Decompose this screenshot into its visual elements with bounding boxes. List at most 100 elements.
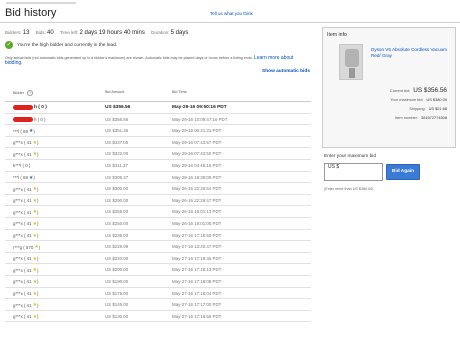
bid-history-page: Bid history Tell us what you think Bidde… <box>0 0 460 345</box>
bidder-cell[interactable]: g***x ( 41 ★ ) <box>13 151 39 157</box>
duration-value: 5 days <box>170 30 189 36</box>
bid-time-cell: May-29-16 09:50:16 PDT <box>172 105 227 110</box>
bid-table-header: Bidder ? Bid Amount Bid Time <box>5 81 311 102</box>
time-left-value: 2 days 19 hours 40 mins <box>79 30 145 36</box>
table-row: h ( 0 ) US $356.56 May-29-16 10:09:47:16 P… <box>5 114 311 126</box>
feedback-close-paren: ) <box>37 198 39 204</box>
bid-table: Bidder ? Bid Amount Bid Time h ( 0 ) US $… <box>5 81 311 323</box>
feedback-close-paren: ) <box>37 233 39 239</box>
bidder-name[interactable]: g***x ( 41 <box>13 152 32 157</box>
bidder-name[interactable]: g***x ( 41 <box>13 140 32 145</box>
check-icon: ✓ <box>5 41 13 49</box>
item-number-label: Item number: <box>395 115 419 120</box>
bidder-name[interactable]: g***x ( 41 <box>13 221 32 226</box>
item-thumbnail[interactable] <box>339 44 363 80</box>
bidder-name[interactable]: k***l ( 0 ) <box>13 163 30 168</box>
table-row: g***x ( 41 ★ ) US $190.00 May-27-16 17:18:0… <box>5 276 311 288</box>
bidder-name[interactable]: g***x ( 41 <box>13 233 32 238</box>
bidder-name[interactable]: g***x ( 41 <box>13 256 32 261</box>
table-row: g***x ( 41 ★ ) US $220.00 May-27-16 17:18:4… <box>5 253 311 265</box>
max-bid-input[interactable]: US $ <box>324 163 383 181</box>
bidder-name[interactable]: r***g ( 570 <box>13 245 33 250</box>
bidders-count: 13 <box>22 30 30 36</box>
table-row: g***x ( 41 ★ ) US $235.00 May-27-16 17:18:5… <box>5 230 311 242</box>
bid-time-cell: May-27-16 17:18:08 PDT <box>172 278 222 284</box>
max-bid-value: US $380.00 <box>426 97 447 102</box>
bid-table-body: h ( 0 ) US $356.56 May-29-16 09:50:16 PDT h… <box>5 102 311 323</box>
table-row: ***l ( 69 ★ ) US $351.36 May-29-16 06:41:31… <box>5 125 311 137</box>
bidder-name[interactable]: g***x ( 41 <box>13 291 32 296</box>
table-row: g***x ( 41 ★ ) US $290.00 May-26-16 22:26:4… <box>5 195 311 207</box>
help-icon[interactable]: ? <box>26 90 33 96</box>
feedback-link[interactable]: Tell us what you think <box>210 11 253 16</box>
item-title-link[interactable]: Dyson V6 Absolute Cordless Vacuum Red/ G… <box>371 47 451 59</box>
feedback-close-paren: ) <box>37 291 39 296</box>
lead-message: You're the high bidder and currently in … <box>17 42 118 48</box>
bid-again-button[interactable]: Bid Again <box>386 164 420 180</box>
bidder-cell[interactable]: h ( 0 ) <box>13 116 45 122</box>
bidder-name[interactable]: g***x ( 41 <box>13 314 32 319</box>
bidder-name[interactable]: ***l ( 69 <box>13 129 28 134</box>
bid-time-cell: May-27-16 17:17:00 PDT <box>172 302 222 308</box>
bidder-name[interactable]: g***x ( 41 <box>13 198 32 203</box>
bidder-cell[interactable]: h ( 0 ) <box>13 105 47 110</box>
bid-amount-cell: US $190.00 <box>105 278 129 284</box>
item-sidebar: Item info Dyson V6 Absolute Cordless Vac… <box>316 23 460 345</box>
bidder-cell[interactable]: g***x ( 41 ★ ) <box>13 233 39 239</box>
bidder-name[interactable]: g***x ( 41 <box>13 187 32 192</box>
bidder-cell[interactable]: g***x ( 41 ★ ) <box>13 140 39 146</box>
bidder-name[interactable]: g***x ( 41 <box>13 303 32 308</box>
bidder-name[interactable]: g***x ( 41 <box>13 210 32 215</box>
item-number-row: Item number: 361572774308 <box>395 115 447 120</box>
table-row: g***x ( 41 ★ ) US $175.00 May-27-16 17:18:0… <box>5 288 311 300</box>
show-automatic-bids-link[interactable]: Show automatic bids <box>262 69 310 74</box>
bidder-cell[interactable]: g***x ( 41 ★ ) <box>13 314 39 320</box>
bidder-cell[interactable]: g***x ( 41 ★ ) <box>13 302 39 308</box>
bidder-cell[interactable]: g***x ( 41 ★ ) <box>13 186 39 192</box>
bid-time-cell: May-29-16 07:43:50 PDT <box>172 151 222 157</box>
bidder-cell[interactable]: g***x ( 41 ★ ) <box>13 267 39 273</box>
lead-status: ✓ You're the high bidder and currently i… <box>5 41 117 49</box>
feedback-close-paren: ) <box>37 256 39 262</box>
bidder-cell[interactable]: r***g ( 570 ★ ) <box>13 244 40 250</box>
bidder-cell[interactable]: g***x ( 41 ★ ) <box>13 198 39 204</box>
current-bid-row: Current bid: US $356.56 <box>390 87 447 94</box>
bid-amount-cell: US $250.00 <box>105 220 129 226</box>
bid-time-cell: May-28-16 18:38:09 PDT <box>172 174 222 180</box>
bid-time-cell: May-27-16 17:18:04 PDT <box>172 290 222 296</box>
bidder-header-label: Bidder <box>13 91 24 95</box>
bid-time-cell: May-26-16 19:01:05 PDT <box>172 220 222 226</box>
bid-amount-cell: US $305.37 <box>105 174 129 180</box>
bidder-name[interactable]: g***x ( 41 <box>13 268 32 273</box>
max-bid-label: Your maximum bid: <box>390 97 424 102</box>
bidder-cell[interactable]: g***x ( 41 ★ ) <box>13 256 39 262</box>
bidder-name[interactable]: g***x ( 41 <box>13 279 32 284</box>
redacted-username <box>13 116 33 122</box>
table-row: h ( 0 ) US $356.56 May-29-16 09:50:16 PDT <box>5 102 311 114</box>
table-row: g***x ( 41 ★ ) US $145.00 May-27-16 17:17:0… <box>5 299 311 311</box>
header-bar: Bid history Tell us what you think <box>0 5 460 23</box>
page-title: Bid history <box>5 7 57 19</box>
bid-time-cell: May-27-16 13:40:47 PDT <box>172 244 222 250</box>
bidder-cell[interactable]: g***x ( 41 ★ ) <box>13 291 39 297</box>
bidder-cell[interactable]: ***l ( 69 ★ ) <box>13 175 35 181</box>
bidder-cell[interactable]: k***l ( 0 ) <box>13 163 30 168</box>
bid-time-cell: May-27-16 17:16:56 PDT <box>172 313 222 319</box>
bidder-cell[interactable]: g***x ( 41 ★ ) <box>13 279 39 285</box>
bidder-name[interactable]: h ( 0 ) <box>34 105 47 110</box>
feedback-close-paren: ) <box>37 209 39 215</box>
bidder-cell[interactable]: ***l ( 69 ★ ) <box>13 128 35 134</box>
feedback-close-paren: ) <box>37 151 39 157</box>
bidder-cell[interactable]: g***x ( 41 ★ ) <box>13 221 39 227</box>
bid-time-cell: May-27-16 17:18:46 PDT <box>172 255 222 261</box>
bidder-column-header: Bidder ? <box>13 90 33 96</box>
auction-summary: Bidders: 13 Bids: 40 Time left: 2 days 1… <box>5 30 193 36</box>
bid-amount-cell: US $235.00 <box>105 232 129 238</box>
bid-time-cell: May-26-16 22:26:54 PDT <box>172 186 222 192</box>
bidder-name[interactable]: h ( 0 ) <box>34 117 45 122</box>
bidder-cell[interactable]: g***x ( 41 ★ ) <box>13 209 39 215</box>
bid-time-cell: May-29-16 04:45:16 PDT <box>172 162 222 168</box>
item-info-box: Item info Dyson V6 Absolute Cordless Vac… <box>322 27 456 148</box>
bid-amount-cell: US $356.56 <box>105 105 131 110</box>
bidder-name[interactable]: ***l ( 69 <box>13 175 28 180</box>
